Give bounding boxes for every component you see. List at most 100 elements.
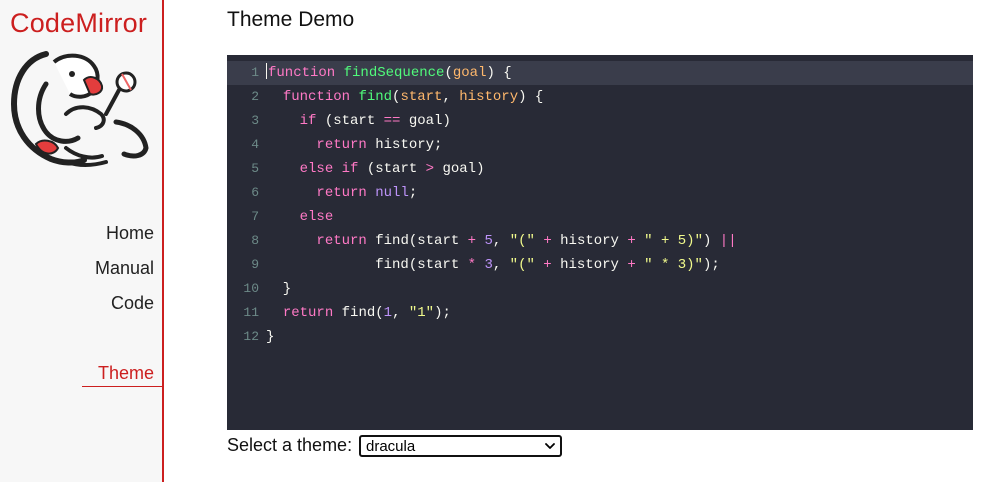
sidebar: CodeMirror Home Manual Code Theme [0,0,164,482]
line-number: 2 [251,89,259,104]
code-token: return [316,233,367,249]
code-token: ); [702,257,720,273]
code-token: history [551,233,628,249]
code-token: ) { [486,65,512,81]
line-number: 12 [243,329,259,344]
line-number: 1 [251,65,259,80]
theme-select[interactable]: dracula [359,435,562,457]
code-editor[interactable]: 1 function findSequence(goal) {2 function… [227,55,973,430]
line-number: 4 [251,137,259,152]
code-token: if [299,113,317,129]
code-token: if [341,161,359,177]
line-number: 8 [251,233,259,248]
nav-link-code[interactable]: Code [111,293,154,314]
code-token: ; [408,185,418,201]
code-token: history; [366,137,443,153]
line-number: 9 [251,257,259,272]
code-token: ) [702,233,720,249]
code-token: > [425,161,435,177]
code-token: null [375,185,409,201]
code-token: == [383,113,401,129]
code-token: , [392,305,409,321]
theme-select-value: dracula [366,438,416,455]
code-token: "(" [509,233,535,249]
code-token: find(start [266,257,468,273]
code-token: } [266,329,275,345]
code-token: + [467,233,477,249]
code-line[interactable]: 11 return find(1, "1"); [227,301,973,325]
code-token: 3 [484,257,493,273]
code-line-text: else if (start > goal) [266,157,485,181]
code-line[interactable]: 3 if (start == goal) [227,109,973,133]
code-token: (start [358,161,426,177]
code-token: " * 3)" [644,257,703,273]
line-number: 10 [243,281,259,296]
code-token: 5 [484,233,493,249]
code-token: findSequence [343,65,445,81]
code-line-text: function findSequence(goal) { [266,61,512,85]
code-token: return [316,137,367,153]
codemirror-logo-icon [10,51,149,167]
code-line[interactable]: 12} [227,325,973,349]
code-token: goal) [434,161,485,177]
code-token: goal [452,65,487,81]
nav-link-manual[interactable]: Manual [95,258,154,279]
text-cursor [266,63,267,79]
code-line[interactable]: 7 else [227,205,973,229]
code-line-text: if (start == goal) [266,109,451,133]
code-token: + [543,257,552,273]
code-line-text: function find(start, history) { [266,85,544,109]
code-line[interactable]: 10 } [227,277,973,301]
code-token: find(start [366,233,468,249]
code-line[interactable]: 6 return null; [227,181,973,205]
code-token: ); [434,305,451,321]
code-token: find( [333,305,384,321]
code-line[interactable]: 4 return history; [227,133,973,157]
code-token: ( [444,65,453,81]
code-line-text: } [266,325,274,349]
code-token: history [551,257,628,273]
line-number: 3 [251,113,259,128]
code-token: (start [316,113,384,129]
code-token: , [492,257,510,273]
code-token: 1 [383,305,393,321]
code-token: return [316,185,367,201]
code-token: + [543,233,552,249]
code-token: * [467,257,477,273]
code-line[interactable]: 1 function findSequence(goal) { [227,61,973,85]
nav-link-theme[interactable]: Theme [82,363,162,387]
code-line-text: return null; [266,181,417,205]
code-token: "(" [509,257,535,273]
code-token: + [627,257,636,273]
code-token: else [299,161,334,177]
theme-select-label: Select a theme: [227,435,353,455]
code-line-text: else [266,205,334,229]
line-number: 7 [251,209,259,224]
code-token: return [282,305,334,321]
code-token: goal) [400,113,451,129]
code-line[interactable]: 5 else if (start > goal) [227,157,973,181]
code-token: || [719,233,737,249]
code-line-text: find(start * 3, "(" + history + " * 3)")… [266,253,720,277]
code-line[interactable]: 9 find(start * 3, "(" + history + " * 3)… [227,253,973,277]
line-number: 6 [251,185,259,200]
code-token: , [492,233,510,249]
code-token: " + 5)" [644,233,703,249]
code-line[interactable]: 8 return find(start + 5, "(" + history +… [227,229,973,253]
code-line[interactable]: 2 function find(start, history) { [227,85,973,109]
code-token: "1" [408,305,435,321]
code-token: function [282,89,351,105]
code-token: , [442,89,460,105]
code-token: + [627,233,636,249]
nav-link-home[interactable]: Home [106,223,154,244]
